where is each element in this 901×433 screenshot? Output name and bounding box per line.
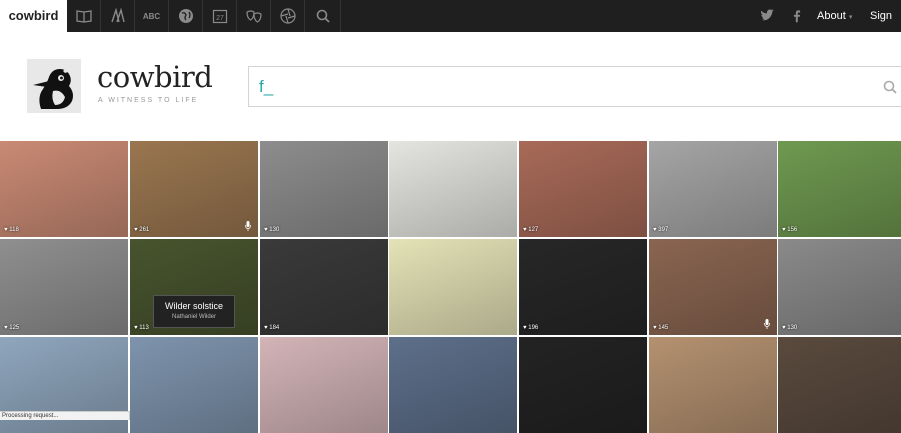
story-tile[interactable]: [519, 337, 647, 433]
twitter-icon[interactable]: [759, 0, 775, 32]
about-label: About: [817, 10, 846, 22]
story-tooltip[interactable]: Wilder solstice Nathaniel Wilder: [153, 295, 235, 328]
love-count: ♥ 397: [653, 227, 669, 233]
theater-masks-icon[interactable]: [237, 0, 271, 32]
calendar-day: 27: [216, 15, 224, 22]
about-menu[interactable]: About ▾: [817, 0, 852, 32]
love-count: ♥ 156: [782, 227, 798, 233]
facebook-icon[interactable]: [790, 0, 804, 32]
microphone-icon: [245, 221, 251, 231]
story-photo: [649, 141, 777, 237]
story-photo: [130, 141, 258, 237]
story-photo: [260, 141, 388, 237]
story-tile[interactable]: [260, 337, 388, 433]
story-photo: [260, 337, 388, 433]
chevron-down-icon: ▾: [848, 14, 853, 21]
story-tile[interactable]: [389, 141, 517, 237]
brand-name[interactable]: cowbird: [97, 60, 213, 94]
love-count: ♥ 130: [782, 325, 798, 331]
top-nav-bar: cowbird ABC 27 About ▾ Sign in: [0, 0, 901, 54]
love-count: ♥ 184: [264, 325, 280, 331]
love-count: ♥ 127: [523, 227, 539, 233]
story-photo: [260, 239, 388, 335]
story-photo: [519, 239, 647, 335]
story-tile[interactable]: ♥ 196: [519, 239, 647, 335]
aperture-icon[interactable]: [271, 0, 305, 32]
story-tile[interactable]: ♥ 118: [0, 141, 128, 237]
story-photo: [0, 141, 128, 237]
story-photo: [389, 337, 517, 433]
story-photo: [389, 141, 517, 237]
signin-link[interactable]: Sign in: [870, 0, 901, 54]
abc-label: ABC: [142, 11, 161, 21]
search-bar[interactable]: [248, 66, 901, 107]
story-tile[interactable]: ♥ 130: [778, 239, 901, 335]
brand-tagline: A WITNESS TO LIFE: [98, 97, 199, 104]
abc-letters-icon[interactable]: ABC: [135, 0, 169, 32]
story-tile[interactable]: [389, 337, 517, 433]
story-photo-grid: ♥ 118 ♥ 261 ♥ 130 ♥ 127 ♥ 397 ♥ 156 ♥ 125 ♥ 113…: [0, 141, 901, 433]
story-photo: [778, 141, 901, 237]
people-icon[interactable]: [101, 0, 135, 32]
story-tile[interactable]: [130, 337, 258, 433]
globe-icon[interactable]: [169, 0, 203, 32]
tooltip-title: Wilder solstice: [164, 301, 223, 311]
microphone-icon: [764, 319, 770, 329]
tooltip-author: Nathaniel Wilder: [171, 314, 217, 320]
search-input[interactable]: [259, 75, 859, 99]
story-photo: [519, 141, 647, 237]
story-tile[interactable]: ♥ 261: [130, 141, 258, 237]
story-tile[interactable]: ♥ 125: [0, 239, 128, 335]
story-tile[interactable]: ♥ 397: [649, 141, 777, 237]
story-photo: [389, 239, 517, 335]
calendar-27-icon[interactable]: 27: [203, 0, 237, 32]
story-tile[interactable]: ♥ 130: [260, 141, 388, 237]
story-photo: [519, 337, 647, 433]
story-photo: [649, 239, 777, 335]
status-bar: Processing request...: [0, 411, 130, 420]
story-tile[interactable]: ♥ 184: [260, 239, 388, 335]
love-count: ♥ 130: [264, 227, 280, 233]
story-tile[interactable]: [778, 337, 901, 433]
cowbird-logo-icon[interactable]: [27, 59, 81, 113]
love-count: ♥ 125: [4, 325, 20, 331]
book-icon[interactable]: [67, 0, 101, 32]
story-photo: [778, 337, 901, 433]
story-photo: [0, 239, 128, 335]
love-count: ♥ 196: [523, 325, 539, 331]
love-count: ♥ 145: [653, 325, 669, 331]
story-photo: [130, 337, 258, 433]
story-tile[interactable]: [389, 239, 517, 335]
love-count: ♥ 113: [134, 325, 149, 331]
story-tile[interactable]: ♥ 145: [649, 239, 777, 335]
love-count: ♥ 261: [134, 227, 150, 233]
story-tile[interactable]: [649, 337, 777, 433]
search-submit-icon[interactable]: [881, 78, 899, 96]
story-photo: [778, 239, 901, 335]
brand-tab[interactable]: cowbird: [0, 0, 67, 32]
search-icon[interactable]: [305, 0, 341, 32]
love-count: ♥ 118: [4, 227, 19, 233]
story-tile[interactable]: ♥ 127: [519, 141, 647, 237]
story-photo: [649, 337, 777, 433]
story-tile[interactable]: ♥ 156: [778, 141, 901, 237]
